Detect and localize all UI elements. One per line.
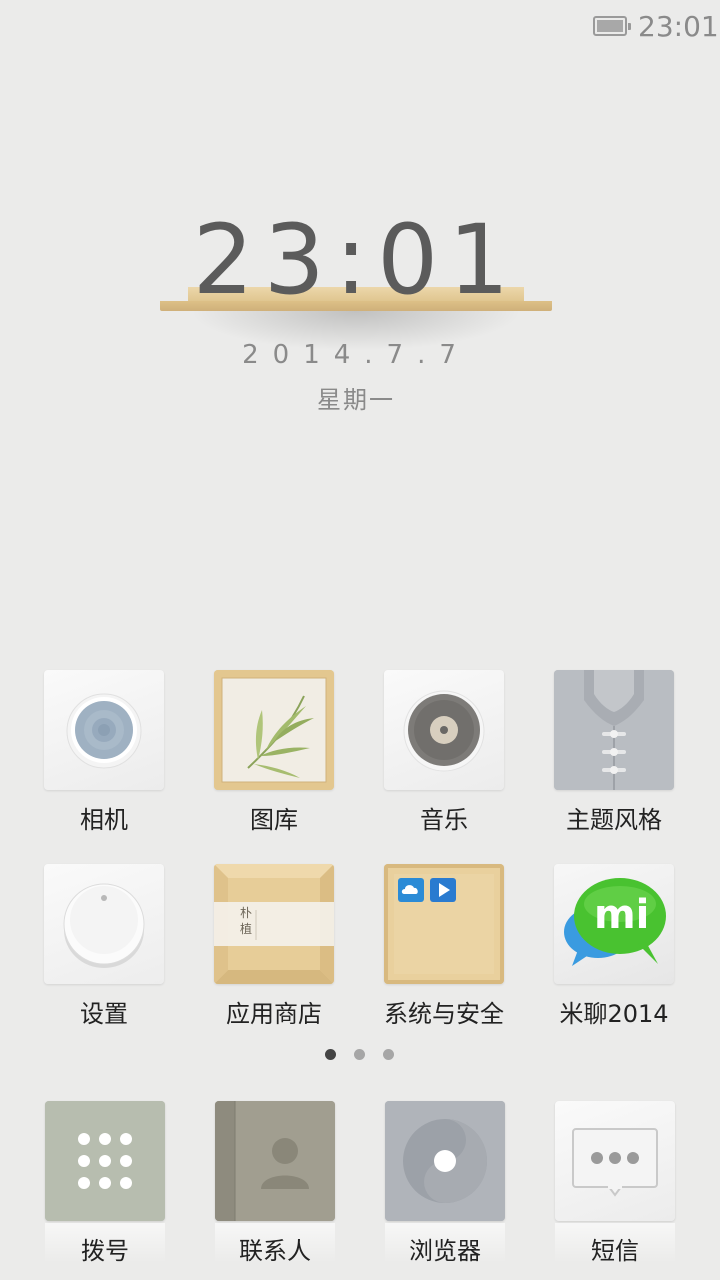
app-folder-security[interactable]: 系统与安全 [359,864,529,1040]
browser-icon [385,1101,505,1221]
app-label: 相机 [80,806,128,834]
app-label: 主题风格 [566,806,662,834]
app-label: 音乐 [420,806,468,834]
contacts-icon [215,1101,335,1221]
app-settings[interactable]: 设置 [19,864,189,1040]
status-bar: 23:01 [0,0,720,54]
dock-label: 短信 [591,1237,639,1265]
app-gallery[interactable]: 图库 [189,670,359,846]
dock-browser[interactable]: 浏览器 [360,1101,530,1277]
app-label: 图库 [250,806,298,834]
app-label: 设置 [80,1000,128,1028]
dock-messages[interactable]: 短信 [530,1101,700,1277]
app-store-icon: 朴 植 [214,864,334,984]
app-music[interactable]: 音乐 [359,670,529,846]
camera-icon [44,670,164,790]
theme-icon [554,670,674,790]
status-time: 23:01 [638,10,719,43]
dock-label: 联系人 [239,1237,311,1265]
security-folder-icon [384,864,504,984]
dock-label: 浏览器 [409,1237,481,1265]
dock-dialer[interactable]: 拨号 [20,1101,190,1277]
page-indicator [320,1049,400,1061]
app-label: 应用商店 [226,1000,322,1028]
store-tag-text-2: 植 [240,922,253,936]
app-label: 米聊2014 [559,1000,669,1028]
clock-date: 2014.7.7 [242,340,470,370]
music-icon [384,670,504,790]
app-store[interactable]: 朴 植 应用商店 [189,864,359,1040]
dialer-icon [45,1101,165,1221]
messages-icon [555,1101,675,1221]
gallery-icon [214,670,334,790]
app-label: 系统与安全 [384,1000,504,1028]
miliao-logo-text: mi [594,892,650,938]
page-dot[interactable] [383,1049,394,1060]
miliao-icon: mi [554,864,674,984]
clock-weekday: 星期一 [317,386,395,414]
dock-contacts[interactable]: 联系人 [190,1101,360,1277]
app-camera[interactable]: 相机 [19,670,189,846]
clock-time: 23:01 [192,204,520,316]
page-dot[interactable] [354,1049,365,1060]
dock-label: 拨号 [81,1237,129,1265]
app-miliao[interactable]: mi 米聊2014 [529,864,699,1040]
battery-icon [593,16,631,36]
store-tag-text-1: 朴 [240,906,253,920]
page-dot-active[interactable] [325,1049,336,1060]
app-theme[interactable]: 主题风格 [529,670,699,846]
settings-icon [44,864,164,984]
